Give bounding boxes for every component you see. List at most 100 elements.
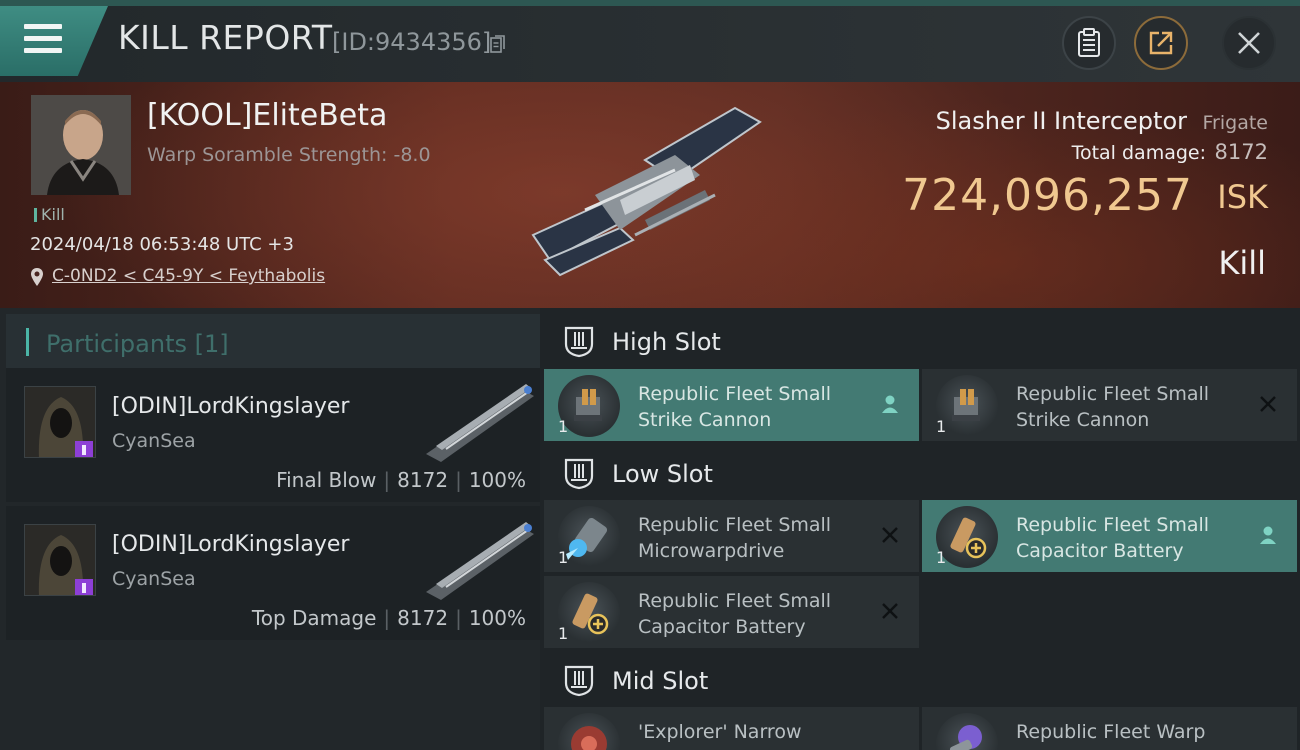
total-damage-value: 8172 (1214, 140, 1268, 164)
participants-panel: Participants [1] [ODIN]LordKingslayer Cy… (0, 308, 540, 750)
module-item[interactable]: 1 Republic Fleet Small Capacitor Battery (544, 576, 919, 648)
clipboard-icon (1078, 28, 1100, 57)
module-quantity: 1 (558, 417, 569, 436)
report-id: [ID:9434356] (332, 28, 492, 56)
participant-percent: 100% (468, 606, 526, 630)
participant-stats: Final Blow | 8172 | 100% (276, 468, 526, 492)
top-bar: KILL REPORT [ID:9434356] (0, 0, 1300, 82)
module-name: Republic Fleet Small Strike Cannon (1016, 381, 1246, 433)
participant-damage: 8172 (397, 606, 449, 630)
share-button[interactable] (1134, 16, 1188, 70)
destroyed-x-icon (1260, 396, 1276, 412)
participant-avatar (24, 386, 96, 458)
ship-class: Frigate (1202, 112, 1268, 134)
scanner-icon (558, 713, 620, 750)
kill-timestamp: 2024/04/18 06:53:48 UTC +3 (30, 234, 294, 255)
page-title: KILL REPORT (118, 18, 333, 57)
module-item[interactable]: 1 Republic Fleet Small Strike Cannon (544, 369, 919, 441)
module-item[interactable]: 1 Republic Fleet Warp (922, 707, 1297, 750)
kill-result: Kill (1218, 244, 1266, 282)
high-slot-label: High Slot (612, 328, 721, 356)
total-damage-label: Total damage: (1071, 142, 1206, 164)
module-name-line2: Strike Cannon (638, 409, 772, 431)
participant-ship-icon (426, 522, 534, 600)
module-item[interactable]: 1 Republic Fleet Small Strike Cannon (922, 369, 1297, 441)
participant-damage: 8172 (397, 468, 449, 492)
ship-name[interactable]: Slasher II Interceptor (936, 107, 1187, 135)
module-name: Republic Fleet Small Capacitor Battery (1016, 512, 1246, 564)
high-slot-header: High Slot (544, 312, 1300, 370)
isk-unit: ISK (1217, 178, 1268, 216)
participant-role: Final Blow (276, 468, 377, 492)
ship-render[interactable] (525, 100, 770, 285)
warp-scramble-strength: Warp Soramble Strength: -8.0 (147, 144, 431, 166)
module-name-line1: Republic Fleet Small (638, 590, 832, 612)
person-icon (882, 395, 898, 413)
module-name-line2: Strike Cannon (1016, 409, 1150, 431)
hooded-portrait-image (25, 387, 95, 457)
top-accent-line (0, 0, 1300, 6)
module-quantity: 1 (936, 548, 947, 567)
portrait-image (31, 95, 131, 195)
participant-row[interactable]: [ODIN]LordKingslayer CyanSea Final Blow |… (6, 368, 540, 502)
module-name-line1: Republic Fleet Small (638, 514, 832, 536)
module-item[interactable]: 1 'Explorer' Narrow (544, 707, 919, 750)
module-name-line1: 'Explorer' Narrow (638, 721, 802, 743)
destroyed-x-icon (882, 527, 898, 543)
participant-ship-icon (426, 384, 534, 462)
module-name: Republic Fleet Small Capacitor Battery (638, 588, 868, 640)
module-name: Republic Fleet Warp (1016, 719, 1246, 745)
share-icon (1149, 31, 1173, 55)
copy-icon[interactable] (490, 34, 506, 54)
participants-header[interactable]: Participants [1] (6, 314, 540, 372)
victim-portrait[interactable] (31, 95, 131, 195)
warp-disruptor-icon (936, 713, 998, 750)
module-item[interactable]: 1 Republic Fleet Small Microwarpdrive (544, 500, 919, 572)
mid-slot-label: Mid Slot (612, 667, 709, 695)
participant-row[interactable]: [ODIN]LordKingslayer CyanSea Top Damage |… (6, 506, 540, 640)
hamburger-icon (24, 24, 62, 54)
module-name-line2: Capacitor Battery (638, 616, 806, 638)
close-icon (1238, 32, 1260, 54)
clipboard-button[interactable] (1062, 16, 1116, 70)
module-quantity: 1 (558, 624, 569, 643)
participant-stats: Top Damage | 8172 | 100% (251, 606, 526, 630)
module-item[interactable]: 1 Republic Fleet Small Capacitor Battery (922, 500, 1297, 572)
participant-avatar (24, 524, 96, 596)
mid-slot-header: Mid Slot (544, 651, 1300, 709)
close-button[interactable] (1222, 16, 1276, 70)
module-name: Republic Fleet Small Microwarpdrive (638, 512, 868, 564)
kill-location[interactable]: C-0ND2 < C45-9Y < Feythabolis (30, 266, 325, 286)
participant-role: Top Damage (251, 606, 377, 630)
menu-button[interactable] (0, 6, 108, 76)
mid-slot-icon (564, 665, 594, 697)
module-quantity: 1 (558, 548, 569, 567)
participant-corp: CyanSea (112, 430, 196, 452)
location-link[interactable]: C-0ND2 < C45-9Y < Feythabolis (52, 266, 325, 286)
fitting-panel: High Slot 1 Republic Fleet Small Strike C… (540, 308, 1300, 750)
low-slot-icon (564, 458, 594, 490)
participant-percent: 100% (468, 468, 526, 492)
module-name: 'Explorer' Narrow (638, 719, 868, 745)
module-name-line1: Republic Fleet Small (1016, 383, 1210, 405)
module-name-line1: Republic Fleet Warp (1016, 721, 1206, 743)
hooded-portrait-image (25, 525, 95, 595)
header-accent (26, 328, 29, 356)
participant-name: [ODIN]LordKingslayer (112, 394, 350, 419)
kill-tag: Kill (34, 205, 65, 224)
victim-name[interactable]: [KOOL]EliteBeta (147, 98, 387, 133)
low-slot-label: Low Slot (612, 460, 713, 488)
module-quantity: 1 (936, 417, 947, 436)
high-slot-icon (564, 326, 594, 358)
destroyed-x-icon (882, 603, 898, 619)
participant-name: [ODIN]LordKingslayer (112, 532, 350, 557)
module-name-line1: Republic Fleet Small (638, 383, 832, 405)
participants-heading: Participants [1] (46, 330, 229, 358)
module-name: Republic Fleet Small Strike Cannon (638, 381, 868, 433)
participant-corp: CyanSea (112, 568, 196, 590)
isk-value: 724,096,257 (902, 170, 1193, 221)
module-name-line2: Microwarpdrive (638, 540, 785, 562)
module-name-line2: Capacitor Battery (1016, 540, 1184, 562)
location-pin-icon (31, 268, 43, 286)
module-name-line1: Republic Fleet Small (1016, 514, 1210, 536)
